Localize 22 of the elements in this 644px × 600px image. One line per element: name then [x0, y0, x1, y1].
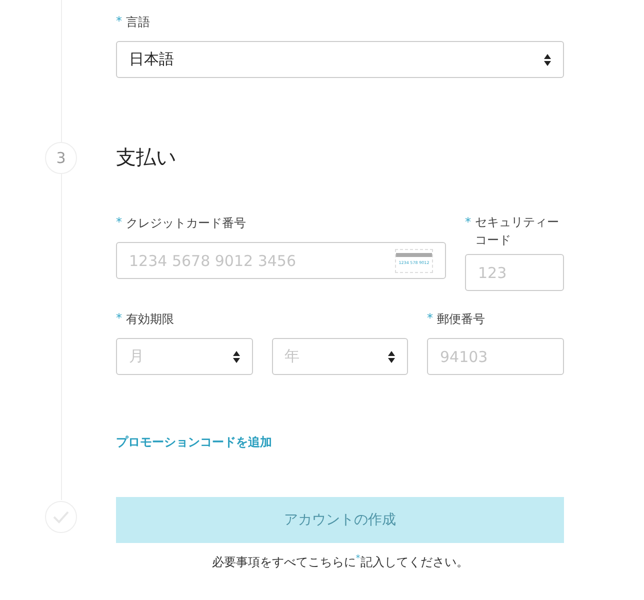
select-arrows-icon	[388, 350, 395, 362]
select-arrows-icon	[232, 350, 240, 362]
section-heading: 支払い	[116, 144, 177, 171]
postal-code-field[interactable]: 94103	[427, 338, 564, 375]
postal-code-label: 郵便番号	[437, 311, 485, 328]
expiry-label: 有効期限	[126, 311, 174, 328]
security-code-field[interactable]: 123	[465, 254, 564, 291]
select-arrows-icon	[544, 54, 551, 66]
card-number-label: クレジットカード番号	[126, 215, 246, 232]
language-select[interactable]: 日本語	[116, 41, 564, 78]
step-number: 3	[45, 142, 77, 174]
required-mark: *	[116, 14, 122, 28]
required-mark: *	[427, 311, 433, 325]
promo-code-link[interactable]: プロモーションコードを追加	[116, 435, 272, 449]
required-mark: *	[465, 215, 471, 229]
required-fields-note: 必要事項をすべてこちらに*記入してください。	[210, 554, 470, 571]
security-code-label: セキュリティーコード	[475, 214, 560, 249]
language-label: 言語	[126, 14, 150, 31]
year-select[interactable]: 年	[272, 338, 408, 375]
required-mark: *	[116, 311, 122, 325]
month-select[interactable]: 月	[116, 338, 252, 375]
required-mark: *	[116, 215, 122, 229]
